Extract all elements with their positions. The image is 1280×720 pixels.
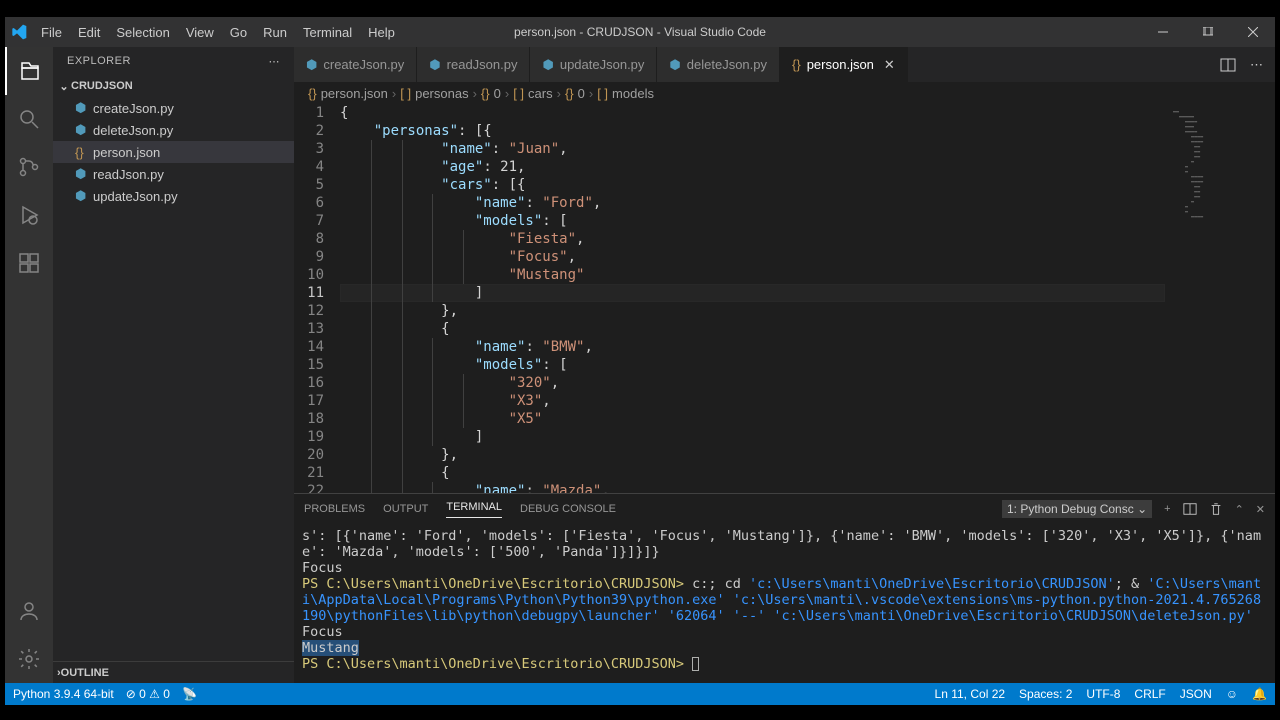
file-item[interactable]: ⬢createJson.py (53, 97, 294, 119)
maximize-button[interactable] (1185, 17, 1230, 47)
close-tab-icon[interactable]: ✕ (884, 57, 895, 73)
menu-terminal[interactable]: Terminal (295, 25, 360, 40)
menu-go[interactable]: Go (222, 25, 255, 40)
terminal-select[interactable]: 1: Python Debug Consc ⌄ (1002, 500, 1152, 518)
minimap[interactable]: ▬▬ ▬▬▬▬▬ ▬▬▬▬ ▬▬▬ ▬▬▬▬ ▬▬▬▬ ▬▬▬▬ ▬▬ ▬▬ ▬… (1165, 104, 1275, 493)
sidebar: EXPLORER ⋯ ⌄ CRUDJSON ⬢createJson.py⬢del… (53, 47, 294, 683)
status-language[interactable]: JSON (1180, 687, 1212, 701)
breadcrumbs[interactable]: {} person.json›[ ] personas›{} 0›[ ] car… (294, 82, 1275, 104)
status-spaces[interactable]: Spaces: 2 (1019, 687, 1072, 701)
more-icon[interactable]: ⋯ (269, 55, 281, 68)
file-item[interactable]: ⬢updateJson.py (53, 185, 294, 207)
close-button[interactable] (1230, 17, 1275, 47)
window-controls (1140, 17, 1275, 47)
panel-tab-output[interactable]: OUTPUT (383, 503, 428, 515)
extensions-icon[interactable] (5, 239, 53, 287)
activity-bar (5, 47, 53, 683)
maximize-panel-icon[interactable]: ⌃ (1235, 503, 1244, 516)
file-icon: ⬢ (306, 57, 317, 73)
terminal-panel: PROBLEMS OUTPUT TERMINAL DEBUG CONSOLE 1… (294, 493, 1275, 683)
panel-tab-problems[interactable]: PROBLEMS (304, 503, 365, 515)
file-icon: {} (792, 57, 801, 72)
vscode-icon (5, 24, 33, 40)
vscode-window: File Edit Selection View Go Run Terminal… (5, 17, 1275, 705)
editor-area: ⬢createJson.py⬢readJson.py⬢updateJson.py… (294, 47, 1275, 683)
new-terminal-icon[interactable]: + (1164, 503, 1170, 515)
menu-help[interactable]: Help (360, 25, 403, 40)
status-encoding[interactable]: UTF-8 (1086, 687, 1120, 701)
split-terminal-icon[interactable] (1183, 502, 1197, 516)
menu-edit[interactable]: Edit (70, 25, 108, 40)
terminal-output[interactable]: s': [{'name': 'Ford', 'models': ['Fiesta… (294, 524, 1275, 683)
window-title: person.json - CRUDJSON - Visual Studio C… (514, 25, 766, 39)
editor-tab[interactable]: {}person.json✕ (780, 47, 908, 82)
file-item[interactable]: ⬢deleteJson.py (53, 119, 294, 141)
source-control-icon[interactable] (5, 143, 53, 191)
minimize-button[interactable] (1140, 17, 1185, 47)
menu-view[interactable]: View (178, 25, 222, 40)
file-icon: ⬢ (75, 166, 93, 182)
kill-terminal-icon[interactable] (1209, 502, 1223, 516)
split-editor-icon[interactable] (1220, 57, 1236, 73)
file-icon: ⬢ (429, 57, 440, 73)
menu-selection[interactable]: Selection (108, 25, 177, 40)
file-icon: {} (75, 145, 93, 160)
panel-tab-debug[interactable]: DEBUG CONSOLE (520, 503, 616, 515)
editor-tab[interactable]: ⬢deleteJson.py (657, 47, 780, 82)
more-actions-icon[interactable]: ⋯ (1250, 57, 1263, 73)
editor-tab[interactable]: ⬢createJson.py (294, 47, 417, 82)
status-eol[interactable]: CRLF (1134, 687, 1165, 701)
status-bar: Python 3.9.4 64-bit ⊘ 0 ⚠ 0 📡 Ln 11, Col… (5, 683, 1275, 705)
status-feedback-icon[interactable]: ☺ (1226, 687, 1238, 701)
editor-tabs: ⬢createJson.py⬢readJson.py⬢updateJson.py… (294, 47, 1275, 82)
tab-actions: ⋯ (1208, 47, 1275, 82)
sidebar-header: EXPLORER ⋯ (53, 47, 294, 75)
status-python[interactable]: Python 3.9.4 64-bit (13, 687, 114, 701)
menu-run[interactable]: Run (255, 25, 295, 40)
menu-file[interactable]: File (33, 25, 70, 40)
close-panel-icon[interactable]: ✕ (1256, 503, 1265, 516)
accounts-icon[interactable] (5, 587, 53, 635)
status-position[interactable]: Ln 11, Col 22 (935, 687, 1006, 701)
settings-icon[interactable] (5, 635, 53, 683)
file-item[interactable]: ⬢readJson.py (53, 163, 294, 185)
status-bell-icon[interactable]: 🔔 (1252, 687, 1267, 701)
search-icon[interactable] (5, 95, 53, 143)
editor-tab[interactable]: ⬢updateJson.py (530, 47, 657, 82)
editor-tab[interactable]: ⬢readJson.py (417, 47, 530, 82)
project-header[interactable]: ⌄ CRUDJSON (53, 75, 294, 97)
file-icon: ⬢ (75, 100, 93, 116)
status-problems[interactable]: ⊘ 0 ⚠ 0 (126, 687, 170, 701)
explorer-icon[interactable] (5, 47, 53, 95)
titlebar[interactable]: File Edit Selection View Go Run Terminal… (5, 17, 1275, 47)
chevron-down-icon: ⌄ (57, 80, 71, 93)
outline-header[interactable]: › OUTLINE (53, 661, 294, 683)
file-icon: ⬢ (669, 57, 680, 73)
menubar: File Edit Selection View Go Run Terminal… (33, 25, 403, 40)
file-icon: ⬢ (75, 188, 93, 204)
file-icon: ⬢ (75, 122, 93, 138)
file-icon: ⬢ (542, 57, 553, 73)
code-editor[interactable]: 12345678910111213141516171819202122 { "p… (294, 104, 1275, 493)
panel-tabs: PROBLEMS OUTPUT TERMINAL DEBUG CONSOLE 1… (294, 494, 1275, 524)
panel-tab-terminal[interactable]: TERMINAL (446, 501, 502, 518)
run-debug-icon[interactable] (5, 191, 53, 239)
status-radio-icon[interactable]: 📡 (182, 687, 197, 701)
file-item[interactable]: {}person.json (53, 141, 294, 163)
